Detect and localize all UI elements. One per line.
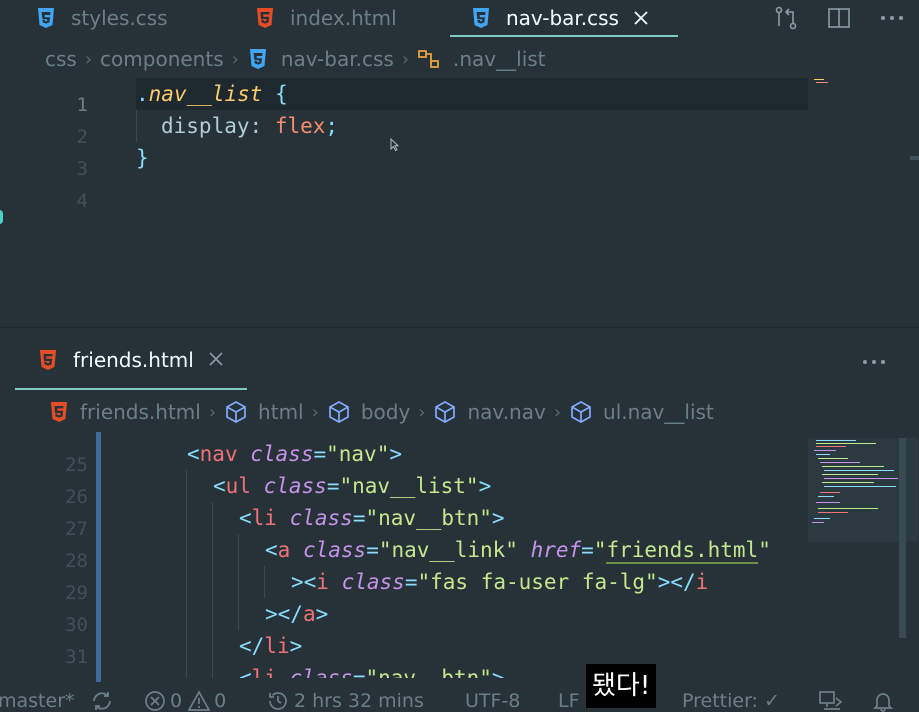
notifications-bell-icon[interactable]	[872, 690, 894, 712]
active-tab-indicator	[450, 35, 678, 37]
cube-icon	[327, 400, 351, 424]
breadcrumb-item-selector[interactable]: .nav__list	[453, 47, 546, 71]
code-line: 27 <li class="nav__btn">	[0, 502, 919, 540]
tab-styles-css[interactable]: styles.css	[35, 0, 168, 36]
eol-status[interactable]: LF	[558, 690, 580, 712]
encoding-value: UTF-8	[465, 690, 521, 712]
token-value: flex	[274, 114, 326, 138]
chevron-right-icon: ›	[553, 401, 562, 423]
html5-icon	[37, 349, 59, 371]
link-underline[interactable]: friends.html	[606, 538, 759, 564]
symbol-class-icon	[417, 48, 441, 70]
time-value: 2 hrs 32 mins	[294, 690, 424, 712]
css3-icon	[247, 48, 269, 70]
video-subtitle: 됐다!	[586, 664, 657, 708]
breadcrumb-item-file[interactable]: nav-bar.css	[281, 47, 394, 71]
css3-icon	[35, 7, 57, 29]
code-line: 2 display: flex;	[0, 110, 919, 148]
breadcrumb: friends.html › html › body › nav.nav › u…	[48, 397, 714, 427]
token: {	[262, 82, 288, 106]
html-editor[interactable]: 25 <nav class="nav"> 26 <ul class="nav__…	[0, 438, 919, 678]
more-actions-icon[interactable]	[861, 348, 887, 373]
warning-icon	[188, 690, 211, 712]
editor-tab-bar: styles.css index.html nav-bar.css	[0, 0, 919, 38]
prettier-value: Prettier: ✓	[682, 690, 780, 712]
active-tab-indicator	[15, 388, 247, 390]
status-bar: master* 0 0 2 hrs 32 mins UTF-8 LF CSS P…	[0, 688, 919, 712]
cube-icon	[569, 400, 593, 424]
compare-changes-icon[interactable]	[773, 6, 799, 30]
token: ;	[325, 114, 339, 138]
token-selector: nav__list	[148, 82, 263, 106]
split-divider[interactable]	[0, 327, 919, 328]
code-line: 1 .nav__list {	[0, 78, 919, 116]
token: :	[249, 114, 275, 138]
tab-index-html[interactable]: index.html	[254, 0, 397, 36]
mouse-cursor-icon	[390, 137, 400, 156]
chevron-right-icon: ›	[418, 401, 426, 423]
code-line: 31 </li>	[0, 630, 919, 668]
breadcrumb-item-components[interactable]: components	[100, 47, 224, 71]
code-line: 30 ></a>	[0, 598, 919, 636]
tab-label: friends.html	[73, 348, 194, 372]
token: .	[136, 82, 149, 106]
tab-nav-bar-css[interactable]: nav-bar.css	[470, 0, 649, 36]
tab-label: index.html	[290, 6, 397, 30]
split-editor-icon[interactable]	[827, 7, 851, 29]
chevron-right-icon: ›	[311, 401, 319, 423]
error-count: 0	[170, 690, 183, 712]
code-line: 26 <ul class="nav__list">	[0, 470, 919, 508]
line-number: 4	[76, 190, 88, 212]
code-line: 25 <nav class="nav">	[0, 438, 919, 476]
chevron-right-icon: ›	[401, 48, 410, 70]
breadcrumb-item-html[interactable]: html	[258, 400, 304, 424]
branch-name: master*	[0, 690, 75, 712]
css-editor[interactable]: 1 .nav__list { 2 display: flex; 3 } 4	[0, 78, 919, 326]
breadcrumb: css › components › nav-bar.css › .nav__l…	[45, 44, 546, 74]
close-icon[interactable]	[633, 10, 649, 26]
breadcrumb-item-nav[interactable]: nav.nav	[467, 400, 545, 424]
token: }	[136, 146, 149, 170]
sync-icon[interactable]	[90, 690, 114, 712]
css3-icon	[470, 7, 492, 29]
breadcrumb-item-file[interactable]: friends.html	[80, 400, 201, 424]
activity-indicator	[0, 210, 3, 224]
breadcrumb-item-ul[interactable]: ul.nav__list	[603, 400, 714, 424]
live-share-icon[interactable]	[818, 690, 844, 712]
token-property: display	[161, 114, 250, 138]
code-line: 28 <a class="nav__link" href="friends.ht…	[0, 534, 919, 572]
code-line: 29 ><i class="fas fa-user fa-lg"></i	[0, 566, 919, 604]
problems-status[interactable]: 0 0	[144, 690, 226, 712]
cube-icon	[433, 400, 457, 424]
error-icon	[144, 690, 166, 712]
html5-icon	[254, 7, 276, 29]
eol-value: LF	[558, 690, 580, 712]
cube-icon	[224, 400, 248, 424]
html5-icon	[48, 401, 70, 423]
code-line: 3 }	[0, 142, 919, 180]
prettier-status[interactable]: Prettier: ✓	[682, 690, 780, 712]
chevron-right-icon: ›	[208, 401, 217, 423]
tab-label: styles.css	[71, 6, 168, 30]
branch-status[interactable]: master*	[0, 690, 75, 712]
close-icon[interactable]	[208, 348, 224, 372]
minimap[interactable]	[814, 78, 854, 86]
chevron-right-icon: ›	[231, 48, 239, 70]
scrollbar[interactable]	[899, 438, 906, 638]
breadcrumb-item-body[interactable]: body	[361, 400, 410, 424]
more-actions-icon[interactable]	[879, 13, 905, 23]
code-line: 4	[0, 174, 919, 212]
encoding-status[interactable]: UTF-8	[465, 690, 520, 712]
code-line: 32 <li class="nav__btn">	[239, 666, 505, 678]
tab-label: nav-bar.css	[506, 6, 619, 30]
time-tracker[interactable]: 2 hrs 32 mins	[266, 690, 424, 712]
scrollbar[interactable]	[910, 156, 919, 160]
chevron-right-icon: ›	[84, 48, 93, 70]
warning-count: 0	[214, 690, 227, 712]
history-icon	[266, 690, 290, 712]
breadcrumb-item-css[interactable]: css	[45, 47, 77, 71]
editor-actions	[759, 0, 919, 36]
tab-friends-html[interactable]: friends.html	[37, 342, 224, 378]
